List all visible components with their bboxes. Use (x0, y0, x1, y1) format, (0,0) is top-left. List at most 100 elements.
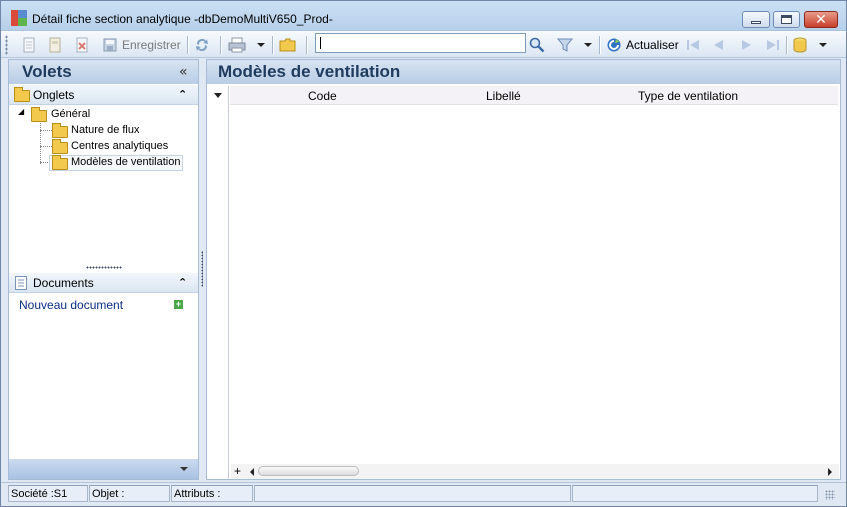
column-header-code[interactable]: Code (308, 89, 337, 103)
status-object: Objet : (89, 485, 170, 502)
add-document-icon[interactable]: + (174, 300, 183, 309)
tree-node-centres-analytiques[interactable]: Centres analytiques (71, 140, 168, 152)
open-folder-icon (52, 155, 68, 170)
database-dropdown[interactable] (819, 35, 827, 55)
print-button[interactable] (228, 35, 246, 55)
column-header-type[interactable]: Type de ventilation (638, 89, 738, 103)
last-icon (765, 37, 781, 53)
onglets-section-header[interactable]: Onglets ⌃ (9, 85, 198, 105)
copy-button[interactable] (47, 35, 63, 55)
page-title: Modèles de ventilation (218, 62, 401, 81)
toolbar-separator (786, 36, 787, 54)
copy-icon (47, 37, 63, 53)
folder-icon (52, 139, 68, 154)
refresh-button[interactable]: Actualiser (606, 35, 679, 55)
title-bar: Détail fiche section analytique -dbDemoM… (1, 1, 846, 31)
toolbar-separator (599, 36, 600, 54)
tree-connector (40, 146, 52, 147)
close-icon: ✕ (815, 11, 827, 28)
refresh-label: Actualiser (626, 38, 679, 52)
toolbar-separator (220, 36, 221, 54)
refresh-icon (606, 37, 622, 53)
grid-header: Code Libellé Type de ventilation (230, 86, 838, 105)
tree-expand-icon[interactable]: ◢ (18, 107, 24, 116)
first-record-button[interactable] (685, 35, 701, 55)
pane-splitter[interactable] (201, 251, 203, 287)
section-splitter[interactable] (86, 266, 122, 269)
chevron-down-icon (819, 43, 827, 47)
save-label: Enregistrer (122, 38, 181, 52)
row-menu-icon[interactable] (214, 93, 222, 98)
folder-icon (279, 37, 296, 53)
status-panel (254, 485, 571, 502)
save-icon (102, 37, 118, 53)
folder-icon (14, 87, 30, 102)
database-button[interactable] (792, 35, 808, 55)
toolbar-grip[interactable] (5, 35, 8, 55)
maximize-button[interactable] (773, 11, 800, 28)
collapse-panel-button[interactable]: « (179, 64, 188, 80)
sync-button[interactable] (194, 35, 210, 55)
sync-icon (194, 37, 210, 53)
filter-button[interactable] (556, 35, 574, 55)
grid-body (230, 106, 838, 463)
main-panel-header: Modèles de ventilation (207, 60, 840, 84)
previous-icon (711, 37, 727, 53)
database-icon (792, 37, 808, 53)
column-header-libelle[interactable]: Libellé (486, 89, 521, 103)
horizontal-scrollbar[interactable]: + (231, 464, 839, 479)
filter-icon (556, 37, 574, 53)
scrollbar-thumb[interactable] (258, 466, 359, 476)
chevron-up-icon[interactable]: ⌃ (178, 88, 187, 101)
main-panel: Modèles de ventilation Code Libellé Type… (206, 59, 841, 480)
resize-grip[interactable] (825, 490, 835, 500)
folder-icon (31, 107, 47, 122)
open-folder-button[interactable] (279, 35, 296, 55)
toolbar-separator (187, 36, 188, 54)
tree-node-nature-de-flux[interactable]: Nature de flux (71, 124, 139, 136)
next-record-button[interactable] (738, 35, 754, 55)
search-input[interactable] (315, 33, 526, 53)
minimize-button[interactable] (742, 11, 770, 28)
print-dropdown[interactable] (257, 35, 265, 55)
search-button[interactable] (529, 35, 545, 55)
previous-record-button[interactable] (711, 35, 727, 55)
onglets-title: Onglets (33, 88, 75, 102)
new-document-link[interactable]: Nouveau document (19, 298, 123, 312)
chevron-down-icon[interactable] (180, 467, 188, 471)
left-panel-title: Volets (22, 62, 72, 81)
chevron-down-icon (257, 43, 265, 47)
chevron-up-icon[interactable]: ⌃ (178, 276, 187, 289)
delete-icon (74, 37, 90, 53)
status-bar: Société :S1 Objet : Attributs : (1, 482, 846, 506)
left-panel-header: Volets « (9, 60, 198, 84)
add-row-button[interactable]: + (234, 464, 241, 478)
next-icon (738, 37, 754, 53)
tree-node-general[interactable]: Général (51, 108, 90, 120)
scroll-left-icon[interactable] (250, 468, 254, 476)
tree-node-modeles-de-ventilation[interactable]: Modèles de ventilation (71, 156, 180, 168)
new-document-icon (21, 37, 37, 53)
close-button[interactable]: ✕ (804, 11, 838, 28)
app-window: Détail fiche section analytique -dbDemoM… (0, 0, 847, 507)
chevron-down-icon (584, 43, 592, 47)
printer-icon (228, 37, 246, 53)
documents-section-header[interactable]: Documents ⌃ (9, 273, 198, 293)
app-icon (11, 10, 27, 26)
left-panel: Volets « Onglets ⌃ ◢ Général Nature de f… (8, 59, 199, 480)
search-icon (529, 37, 545, 53)
last-record-button[interactable] (765, 35, 781, 55)
document-icon (15, 276, 27, 293)
scroll-right-icon[interactable] (828, 468, 832, 476)
text-cursor (320, 37, 321, 49)
new-button[interactable] (21, 35, 37, 55)
filter-dropdown[interactable] (584, 35, 592, 55)
delete-button[interactable] (74, 35, 90, 55)
toolbar-separator (272, 36, 273, 54)
status-panel (572, 485, 818, 502)
folder-icon (52, 123, 68, 138)
status-attributes: Attributs : (171, 485, 253, 502)
save-button[interactable]: Enregistrer (102, 35, 181, 55)
status-company: Société :S1 (8, 485, 88, 502)
toolbar-separator (306, 36, 307, 54)
